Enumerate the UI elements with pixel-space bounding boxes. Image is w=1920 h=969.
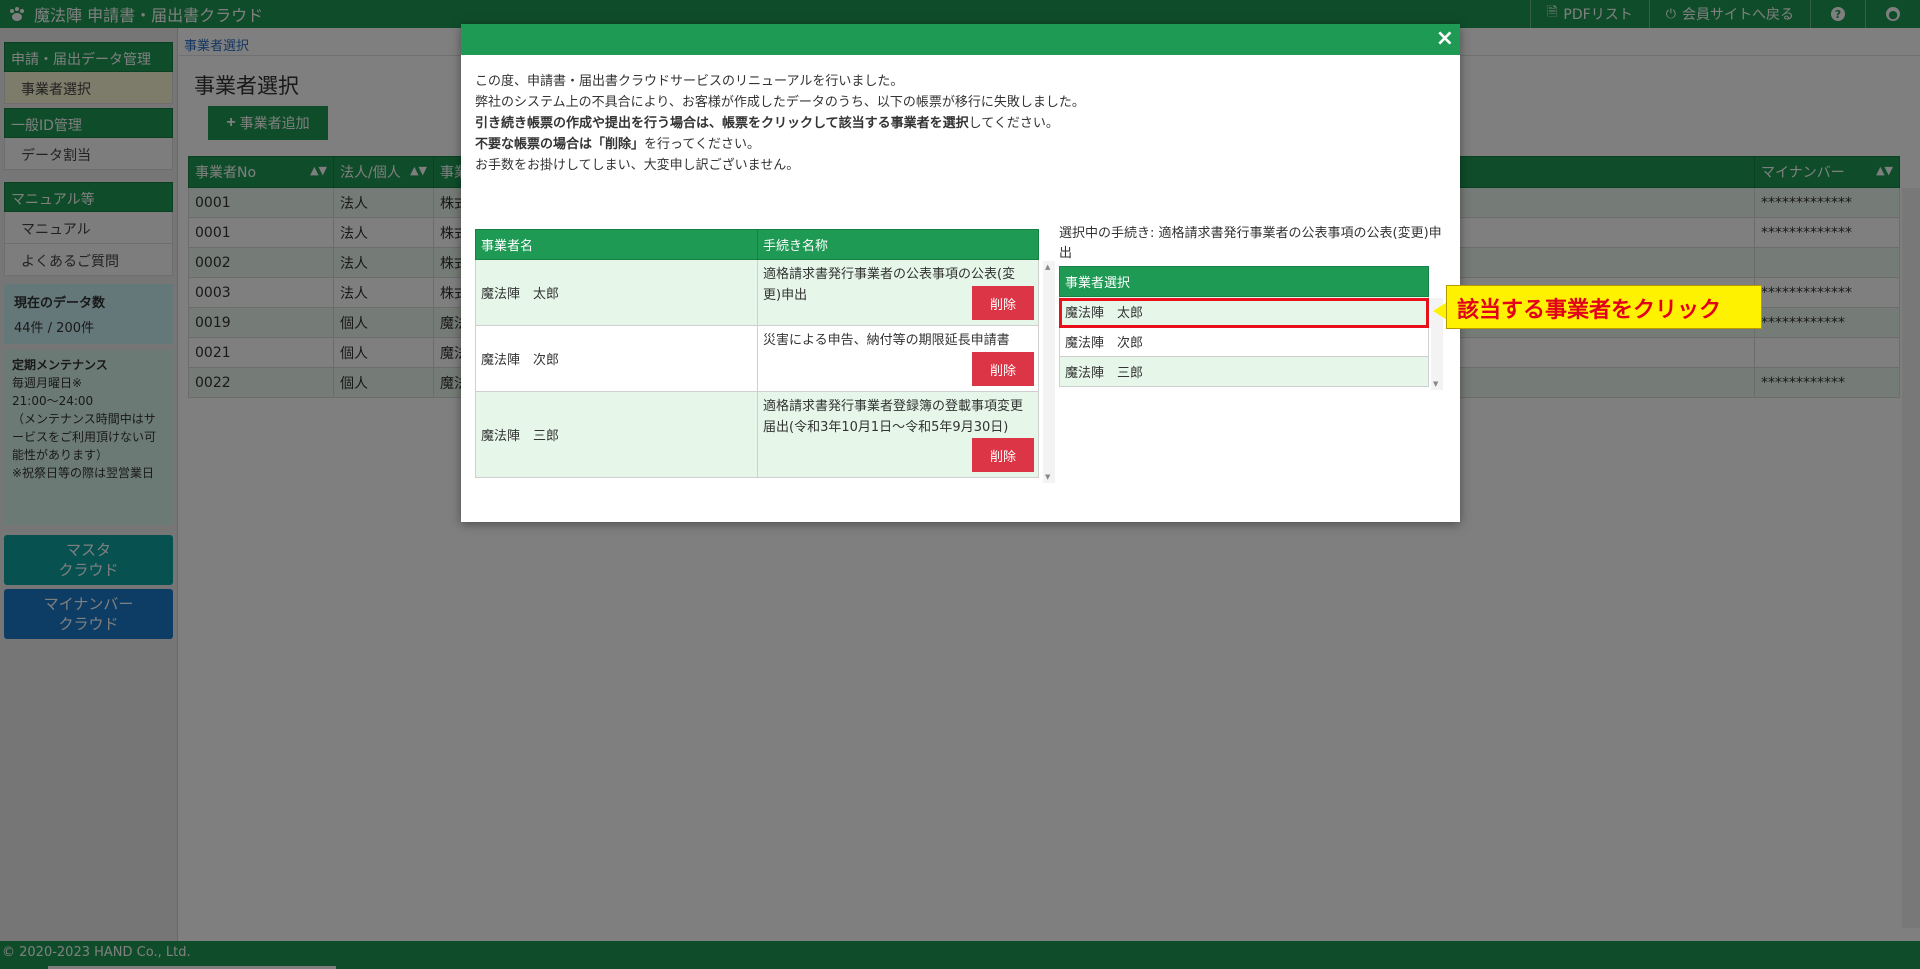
procedure-cell[interactable]: 適格請求書発行事業者登録簿の登載事項変更届出(令和3年10月1日〜令和5年9月3… — [757, 391, 1039, 478]
failed-forms-table: 事業者名 手続き名称 魔法陣 太郎 適格請求書発行事業者の公表事項の公表(変更)… — [475, 229, 1039, 478]
column-header-business-select: 事業者選択 — [1059, 266, 1429, 297]
highlight-box — [1059, 298, 1429, 328]
business-option-label[interactable]: 魔法陣 次郎 — [1059, 326, 1429, 357]
notice-line: この度、申請書・届出書クラウドサービスのリニューアルを行いました。 — [475, 74, 904, 89]
business-name-cell: 魔法陣 次郎 — [475, 325, 758, 392]
procedure-cell[interactable]: 災害による申告、納付等の期限延長申請書 削除 — [757, 325, 1039, 392]
notice-line: 弊社のシステム上の不具合により、お客様が作成したデータのうち、以下の帳票が移行に… — [475, 95, 1085, 110]
column-header-business-name: 事業者名 — [475, 229, 758, 260]
scroll-up-icon[interactable]: ▲ — [1045, 263, 1050, 271]
delete-button[interactable]: 削除 — [972, 438, 1034, 472]
business-option-label[interactable]: 魔法陣 三郎 — [1059, 356, 1429, 387]
business-name-cell: 魔法陣 太郎 — [475, 259, 758, 326]
table-row[interactable]: 魔法陣 三郎 適格請求書発行事業者登録簿の登載事項変更届出(令和3年10月1日〜… — [475, 391, 1039, 478]
callout-pointer — [1433, 302, 1447, 320]
column-header-procedure-name: 手続き名称 — [757, 229, 1039, 260]
table-row[interactable]: 魔法陣 次郎 災害による申告、納付等の期限延長申請書 削除 — [475, 325, 1039, 392]
selected-procedure-label: 選択中の手続き: 適格請求書発行事業者の公表事項の公表(変更)申出 — [1059, 226, 1442, 261]
business-name-cell: 魔法陣 三郎 — [475, 391, 758, 478]
notice-line: 不要な帳票の場合は「削除」を行ってください。 — [475, 137, 760, 152]
notice-line: お手数をお掛けしてしまい、大変申し訳ございません。 — [475, 158, 800, 173]
close-icon[interactable]: × — [1436, 26, 1454, 51]
table-row[interactable]: 魔法陣 太郎 適格請求書発行事業者の公表事項の公表(変更)申出 削除 — [475, 259, 1039, 326]
scroll-down-icon[interactable]: ▼ — [1433, 380, 1438, 388]
delete-button[interactable]: 削除 — [972, 286, 1034, 320]
notice-line: 引き続き帳票の作成や提出を行う場合は、帳票をクリックして該当する事業者を選択して… — [475, 116, 1059, 131]
business-option[interactable]: 魔法陣 次郎 — [1059, 326, 1429, 357]
failed-forms-panel: 事業者名 手続き名称 魔法陣 太郎 適格請求書発行事業者の公表事項の公表(変更)… — [475, 229, 1055, 514]
scroll-down-icon[interactable]: ▼ — [1045, 473, 1050, 481]
dialog-notice: この度、申請書・届出書クラウドサービスのリニューアルを行いました。 弊社のシステ… — [461, 55, 1460, 176]
business-option[interactable]: 魔法陣 三郎 — [1059, 356, 1429, 387]
procedure-cell[interactable]: 適格請求書発行事業者の公表事項の公表(変更)申出 削除 — [757, 259, 1039, 326]
migration-failure-dialog: × この度、申請書・届出書クラウドサービスのリニューアルを行いました。 弊社のシ… — [461, 24, 1762, 522]
failed-forms-scrollbar[interactable]: ▲ ▼ — [1043, 261, 1055, 483]
delete-button[interactable]: 削除 — [972, 352, 1034, 386]
instruction-callout: 該当する事業者をクリック — [1446, 285, 1762, 329]
dialog-header: × — [461, 24, 1460, 55]
